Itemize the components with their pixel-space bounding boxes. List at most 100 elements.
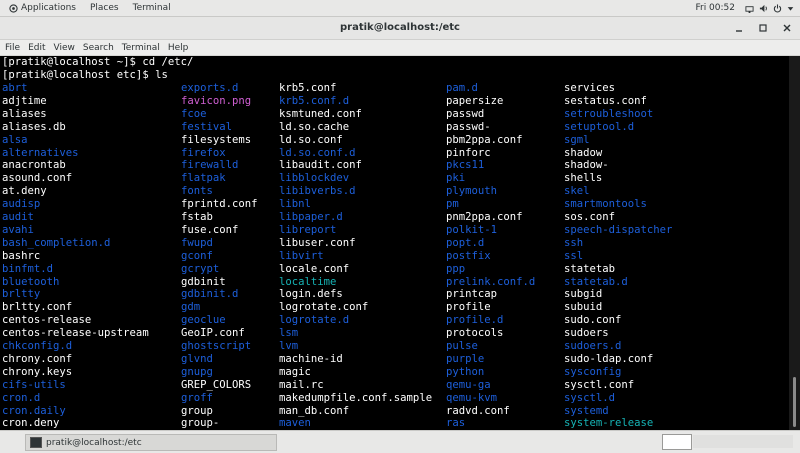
file-entry: ssh: [564, 236, 584, 249]
file-entry: polkit-1: [446, 223, 498, 236]
file-entry: gdbinit: [181, 275, 226, 288]
workspace-1[interactable]: [662, 434, 692, 450]
file-entry: GREP_COLORS: [181, 378, 252, 391]
terminal-app-menu[interactable]: Terminal: [128, 0, 176, 16]
file-entry: aliases: [2, 107, 47, 120]
workspace-indicator[interactable]: [693, 435, 793, 448]
file-entry: localtime: [279, 275, 337, 288]
terminal-output[interactable]: [pratik@localhost ~]$ cd /etc/ [pratik@l…: [0, 56, 789, 430]
file-entry: GeoIP.conf: [181, 327, 245, 340]
system-menu[interactable]: [745, 3, 794, 13]
file-entry: libreport: [279, 223, 337, 236]
file-entry: krb5.conf: [279, 82, 337, 94]
file-entry: ld.so.conf.d: [279, 146, 356, 159]
file-entry: postfix: [446, 249, 491, 262]
file-entry: pki: [446, 172, 466, 185]
file-entry: festival: [181, 120, 233, 133]
file-entry: ld.so.cache: [279, 120, 350, 133]
network-icon: [745, 5, 754, 13]
terminal-icon: [30, 437, 42, 448]
file-entry: libaudit.conf: [279, 159, 362, 172]
file-entry: libnl: [279, 198, 311, 211]
clock[interactable]: Fri 00:52: [695, 3, 735, 13]
file-entry: sgml: [564, 133, 590, 146]
menu-search[interactable]: Search: [79, 43, 118, 53]
menu-view[interactable]: View: [50, 43, 79, 53]
file-entry: alternatives: [2, 146, 79, 159]
file-entry: libvirt: [279, 249, 324, 262]
file-entry: aliases.db: [2, 120, 66, 133]
file-entry: ld.so.conf: [279, 133, 343, 146]
file-entry: ghostscript: [181, 340, 252, 352]
file-entry: passwd: [446, 107, 485, 120]
minimize-button[interactable]: [732, 21, 746, 35]
file-entry: adjtime: [2, 94, 47, 107]
file-entry: sudoers: [564, 327, 609, 340]
file-entry: maven: [279, 417, 311, 430]
file-entry: firewalld: [181, 159, 239, 172]
file-entry: glvnd: [181, 352, 213, 365]
file-entry: passwd-: [446, 120, 491, 133]
terminal-app-label: Terminal: [132, 3, 171, 13]
file-entry: pbm2ppa.conf: [446, 133, 523, 146]
file-entry: libuser.conf: [279, 236, 356, 249]
file-entry: login.defs: [279, 288, 343, 301]
file-entry: avahi: [2, 223, 34, 236]
places-menu[interactable]: Places: [85, 0, 124, 16]
menu-edit[interactable]: Edit: [24, 43, 49, 53]
file-entry: gdm: [181, 301, 201, 314]
file-entry: popt.d: [446, 236, 485, 249]
file-entry: gconf: [181, 249, 213, 262]
file-entry: fcoe: [181, 107, 207, 120]
file-entry: krb5.conf.d: [279, 94, 350, 107]
file-entry: magic: [279, 365, 311, 378]
file-entry: sos.conf: [564, 211, 616, 223]
command-line: [pratik@localhost ~]$ cd /etc/: [2, 56, 194, 68]
applications-menu[interactable]: Applications: [4, 0, 81, 16]
menu-terminal[interactable]: Terminal: [118, 43, 164, 53]
menu-file[interactable]: File: [0, 43, 24, 53]
file-entry: anacrontab: [2, 159, 66, 172]
file-entry: locale.conf: [279, 262, 350, 275]
file-entry: logrotate.d: [279, 314, 350, 327]
applications-icon: [9, 3, 18, 13]
chevron-down-icon: [787, 6, 794, 11]
file-entry: fonts: [181, 185, 213, 198]
places-label: Places: [89, 3, 119, 13]
scrollbar-thumb[interactable]: [793, 377, 796, 427]
window-title: pratik@localhost:/etc: [340, 22, 460, 33]
file-entry: libibverbs.d: [279, 185, 356, 198]
file-entry: qemu-kvm: [446, 391, 498, 404]
file-entry: sudo-ldap.conf: [564, 352, 654, 365]
command-line: [pratik@localhost etc]$ ls: [2, 69, 168, 81]
file-entry: pam.d: [446, 82, 478, 94]
file-entry: centos-release: [2, 314, 92, 327]
file-entry: bash_completion.d: [2, 236, 111, 249]
file-entry: fuse.conf: [181, 223, 239, 236]
taskbar-terminal-button[interactable]: pratik@localhost:/etc: [25, 434, 277, 451]
file-entry: abrt: [2, 82, 28, 94]
file-entry: ras: [446, 417, 466, 430]
close-button[interactable]: [780, 21, 794, 35]
file-entry: printcap: [446, 288, 498, 301]
file-entry: skel: [564, 185, 590, 198]
file-entry: fprintd.conf: [181, 198, 258, 211]
file-entry: cron.daily: [2, 404, 66, 417]
file-entry: sudo.conf: [564, 314, 622, 327]
window-list-bar: pratik@localhost:/etc: [0, 430, 800, 453]
volume-icon: [759, 4, 767, 12]
file-entry: plymouth: [446, 185, 498, 198]
file-entry: sysctl.d: [564, 391, 616, 404]
file-entry: sysctl.conf: [564, 378, 635, 391]
file-entry: flatpak: [181, 172, 226, 185]
file-entry: pulse: [446, 340, 478, 352]
file-entry: sysconfig: [564, 365, 622, 378]
file-entry: geoclue: [181, 314, 226, 327]
close-icon: [783, 24, 791, 32]
menu-help[interactable]: Help: [164, 43, 193, 53]
file-entry: group: [181, 404, 213, 417]
maximize-button[interactable]: [756, 21, 770, 35]
window-titlebar[interactable]: pratik@localhost:/etc: [0, 17, 800, 40]
terminal-scrollbar[interactable]: [789, 56, 800, 430]
file-entry: cron.deny: [2, 417, 60, 430]
